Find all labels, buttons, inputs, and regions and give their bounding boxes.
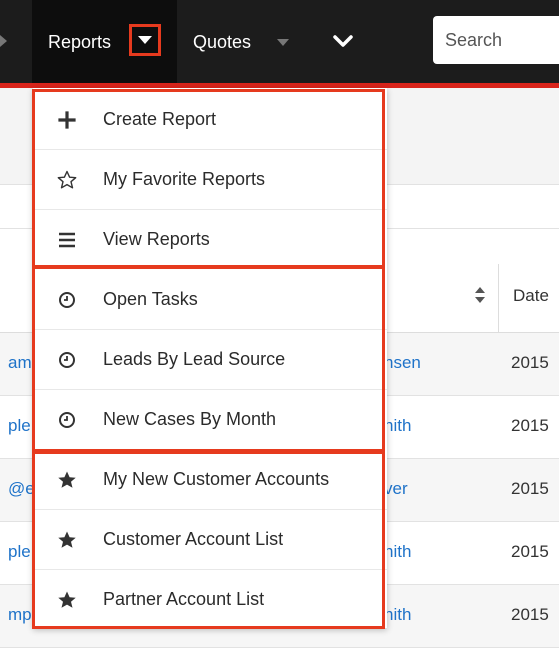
- menu-item-create-report[interactable]: Create Report: [33, 90, 387, 150]
- table-cell-date: 2015: [511, 542, 549, 561]
- plus-icon: [58, 111, 76, 129]
- column-header-date[interactable]: Date: [513, 286, 549, 306]
- menu-item-label: New Cases By Month: [103, 409, 277, 429]
- menu-item-label: View Reports: [103, 229, 210, 249]
- table-cell-date: 2015: [511, 605, 549, 624]
- table-cell-user-link[interactable]: nith: [384, 416, 411, 436]
- star-filled-icon: [58, 531, 76, 548]
- star-filled-icon: [58, 591, 76, 608]
- top-navigation-bar: Reports Quotes: [0, 0, 559, 83]
- star-filled-icon: [58, 471, 76, 488]
- table-cell-user-link[interactable]: ver: [384, 479, 408, 499]
- quotes-caret-down-icon[interactable]: [277, 39, 289, 46]
- chevron-left-icon[interactable]: [0, 35, 10, 47]
- table-cell-user-link[interactable]: nith: [384, 605, 411, 625]
- tab-quotes-label[interactable]: Quotes: [193, 32, 251, 53]
- menu-item-label: My New Customer Accounts: [103, 469, 330, 489]
- table-cell-link[interactable]: @e: [8, 479, 35, 499]
- table-cell-user-link[interactable]: nsen: [384, 353, 421, 373]
- search-input[interactable]: [433, 16, 559, 64]
- more-tabs-chevron-icon[interactable]: [332, 32, 354, 50]
- menu-item-label: Open Tasks: [103, 289, 198, 309]
- star-outline-icon: [57, 170, 77, 189]
- menu-item-label: Partner Account List: [103, 589, 265, 609]
- menu-item-label: Customer Account List: [103, 529, 284, 549]
- menu-item-view-reports[interactable]: View Reports: [33, 210, 387, 270]
- menu-item-partner-account-list[interactable]: Partner Account List: [33, 570, 387, 630]
- list-icon: [59, 232, 75, 248]
- sort-icon[interactable]: [474, 286, 486, 304]
- table-cell-user-link[interactable]: nith: [384, 542, 411, 562]
- menu-item-label: Create Report: [103, 109, 217, 129]
- table-cell-link[interactable]: ple: [8, 542, 31, 562]
- reports-dropdown-toggle[interactable]: [129, 24, 161, 56]
- table-cell-link[interactable]: ple: [8, 416, 31, 436]
- menu-item-my-favorite-reports[interactable]: My Favorite Reports: [33, 150, 387, 210]
- column-divider: [498, 264, 499, 332]
- clock-icon: [59, 292, 75, 308]
- menu-item-open-tasks[interactable]: Open Tasks: [33, 270, 387, 330]
- menu-item-label: My Favorite Reports: [103, 169, 266, 189]
- menu-item-label: Leads By Lead Source: [103, 349, 286, 369]
- menu-item-new-cases-by-month[interactable]: New Cases By Month: [33, 390, 387, 450]
- menu-item-leads-by-lead-source[interactable]: Leads By Lead Source: [33, 330, 387, 390]
- table-cell-date: 2015: [511, 416, 549, 435]
- caret-down-icon: [138, 36, 152, 44]
- menu-item-my-new-customer-accounts[interactable]: My New Customer Accounts: [33, 450, 387, 510]
- table-cell-date: 2015: [511, 479, 549, 498]
- menu-item-customer-account-list[interactable]: Customer Account List: [33, 510, 387, 570]
- reports-dropdown-menu: Create Report My Favorite Reports View R…: [33, 88, 387, 628]
- search-box[interactable]: [433, 16, 559, 64]
- clock-icon: [59, 412, 75, 428]
- clock-icon: [59, 352, 75, 368]
- tab-reports-label[interactable]: Reports: [48, 32, 111, 53]
- table-cell-date: 2015: [511, 353, 549, 372]
- table-cell-link[interactable]: mp: [8, 605, 32, 625]
